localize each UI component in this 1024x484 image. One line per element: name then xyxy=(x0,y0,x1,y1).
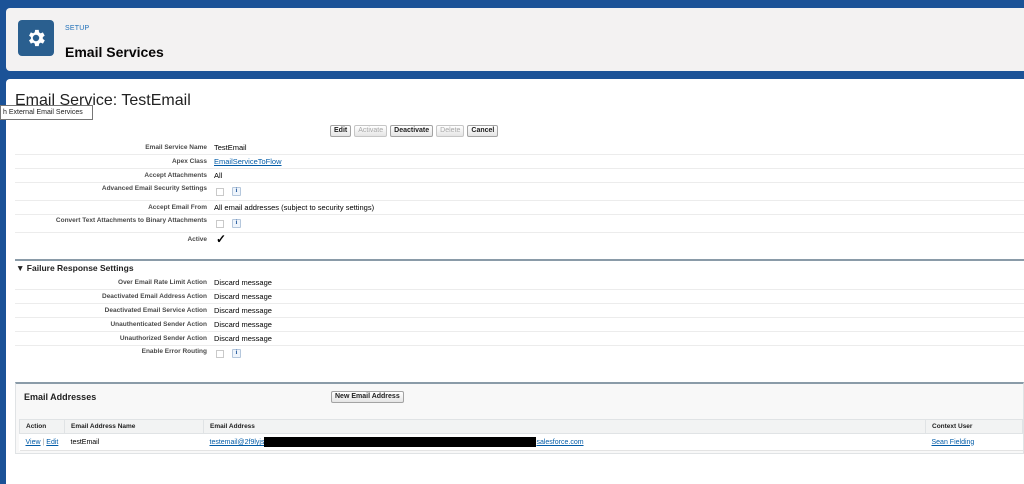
action-cell: View | Edit xyxy=(19,433,65,451)
email-addresses-table: Action Email Address Name Email Address … xyxy=(19,419,1023,451)
failure-row: Deactivated Email Service Action Discard… xyxy=(15,304,1024,318)
field-label: Accept Email From xyxy=(148,204,207,211)
column-header: Email Address Name xyxy=(64,419,204,434)
column-header: Action xyxy=(19,419,65,434)
apex-class-link[interactable]: EmailServiceToFlow xyxy=(214,157,282,166)
checkbox xyxy=(216,188,224,196)
checkbox xyxy=(216,350,224,358)
name-cell: testEmail xyxy=(64,433,204,451)
field-label: Accept Attachments xyxy=(144,172,207,179)
field-value: Discard message xyxy=(214,334,272,343)
failure-row: Unauthenticated Sender Action Discard me… xyxy=(15,318,1024,332)
redaction-bar xyxy=(264,437,537,447)
failure-row: Unauthorized Sender Action Discard messa… xyxy=(15,332,1024,346)
delete-button: Delete xyxy=(436,125,465,137)
info-icon[interactable]: i xyxy=(232,219,241,228)
field-value: Discard message xyxy=(214,320,272,329)
field-value: All xyxy=(214,171,223,180)
main-content: Email Service: TestEmail h External Emai… xyxy=(0,79,1024,484)
field-label: Deactivated Email Address Action xyxy=(102,293,207,300)
email-address-link[interactable]: testemail@2f9lyjs salesforce.com xyxy=(203,433,926,451)
deactivate-button[interactable]: Deactivate xyxy=(390,125,434,137)
field-label: Convert Text Attachments to Binary Attac… xyxy=(55,217,207,224)
checkbox xyxy=(216,220,224,228)
field-label: Deactivated Email Service Action xyxy=(104,307,207,314)
field-label: Apex Class xyxy=(171,158,207,165)
email-end[interactable]: salesforce.com xyxy=(536,439,583,446)
field-label: Enable Error Routing xyxy=(141,348,207,355)
field-value: TestEmail xyxy=(214,143,247,152)
cancel-button[interactable]: Cancel xyxy=(467,125,499,137)
field-label: Email Service Name xyxy=(145,144,207,151)
tooltip: h External Email Services xyxy=(0,105,93,120)
field-value: All email addresses (subject to security… xyxy=(214,203,375,212)
info-icon[interactable]: i xyxy=(232,349,241,358)
email-addresses-list: Email Addresses New Email Address Action… xyxy=(15,382,1024,454)
failure-row: Enable Error Routing i xyxy=(15,346,1024,362)
table-row: View | Edit testEmail testemail@2f9lyjs s… xyxy=(19,433,1023,451)
field-label: Over Email Rate Limit Action xyxy=(118,279,207,286)
gear-icon xyxy=(18,20,54,56)
button-bar: Edit Activate Deactivate Delete Cancel xyxy=(330,125,499,137)
collapse-triangle-icon[interactable]: ▼ xyxy=(16,263,24,273)
field-label: Advanced Email Security Settings xyxy=(101,185,207,192)
field-value: Discard message xyxy=(214,292,272,301)
detail-row-service-name: Email Service Name TestEmail xyxy=(15,141,1024,155)
detail-row-accept-attachments: Accept Attachments All xyxy=(15,169,1024,183)
detail-row-active: Active ✓ xyxy=(15,232,1024,249)
setup-label: SETUP xyxy=(65,25,90,32)
view-link[interactable]: View xyxy=(26,439,41,446)
new-email-address-button[interactable]: New Email Address xyxy=(331,391,404,403)
activate-button: Activate xyxy=(354,125,388,137)
section-divider xyxy=(15,259,1024,261)
field-label: Active xyxy=(187,236,207,243)
detail-row-advanced-security: Advanced Email Security Settings i xyxy=(15,183,1024,201)
field-label: Unauthenticated Sender Action xyxy=(110,321,207,328)
column-header: Email Address xyxy=(203,419,926,434)
section-title: Failure Response Settings xyxy=(26,263,134,273)
info-icon[interactable]: i xyxy=(232,187,241,196)
checkmark-icon: ✓ xyxy=(216,232,227,246)
list-title: Email Addresses xyxy=(24,392,97,402)
edit-button[interactable]: Edit xyxy=(330,125,352,137)
detail-row-accept-from: Accept Email From All email addresses (s… xyxy=(15,201,1024,215)
column-header: Context User xyxy=(925,419,1023,434)
field-label: Unauthorized Sender Action xyxy=(119,335,207,342)
header-title: Email Services xyxy=(65,44,164,60)
edit-link[interactable]: Edit xyxy=(46,439,58,446)
context-user-link[interactable]: Sean Fielding xyxy=(932,439,975,446)
page-header: SETUP Email Services xyxy=(6,8,1024,71)
detail-row-convert-text: Convert Text Attachments to Binary Attac… xyxy=(15,215,1024,233)
field-value: Discard message xyxy=(214,306,272,315)
separator: | xyxy=(42,438,45,446)
failure-section-header[interactable]: ▼ Failure Response Settings xyxy=(16,263,134,273)
detail-row-apex-class: Apex Class EmailServiceToFlow xyxy=(15,155,1024,169)
email-start[interactable]: testemail@2f9lyjs xyxy=(210,439,265,446)
failure-row: Over Email Rate Limit Action Discard mes… xyxy=(15,276,1024,290)
field-value: Discard message xyxy=(214,278,272,287)
context-user-cell: Sean Fielding xyxy=(925,433,1023,451)
failure-row: Deactivated Email Address Action Discard… xyxy=(15,290,1024,304)
